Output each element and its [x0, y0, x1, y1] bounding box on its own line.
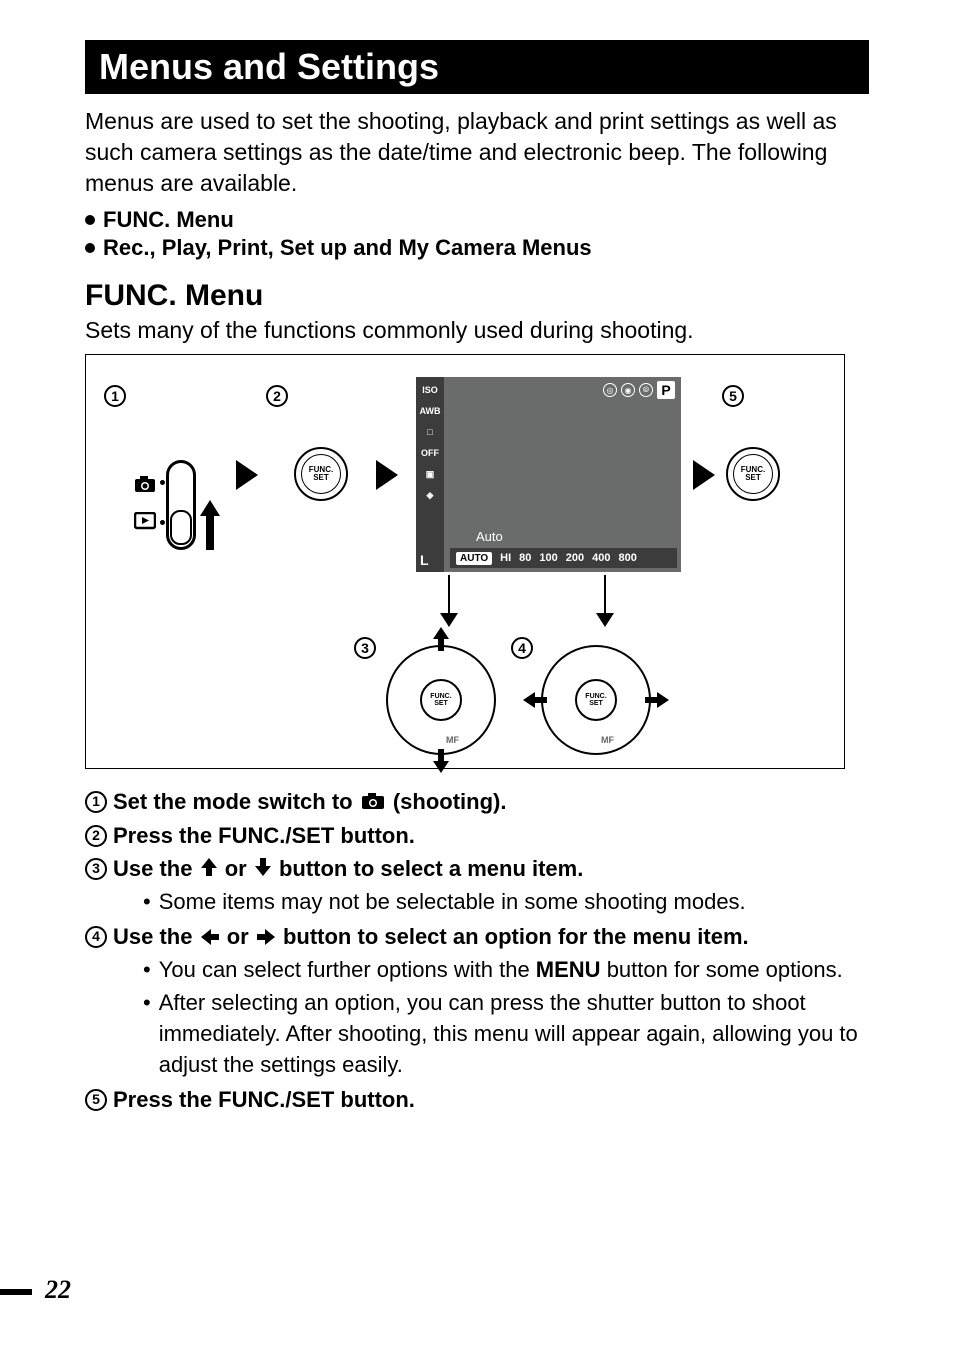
playback-icon — [134, 512, 156, 535]
dpad-vertical: FUNC. SET MF — [386, 645, 496, 755]
callout-1: 1 — [104, 385, 126, 407]
step-text: button to select a menu item. — [279, 856, 583, 881]
top-icon: ◎ — [603, 383, 617, 397]
down-arrow-icon — [255, 854, 271, 885]
mode-switch-illustration — [126, 460, 226, 560]
intro-text: Menus are used to set the shooting, play… — [85, 106, 869, 199]
right-arrow-icon — [257, 923, 275, 954]
page-edge-tab — [0, 1289, 32, 1295]
mf-label: MF — [446, 735, 459, 745]
bullet-other-menus: Rec., Play, Print, Set up and My Camera … — [85, 235, 869, 261]
step-number: 2 — [85, 825, 107, 847]
sub-text: Some items may not be selectable in some… — [159, 887, 746, 918]
step-4: 4 Use the or button to select an option … — [85, 922, 869, 1083]
steps-list: 1 Set the mode switch to (shooting). 2 P… — [85, 787, 869, 1115]
screen-option-label: Auto — [476, 529, 503, 544]
up-arrow-icon — [200, 500, 220, 555]
bar-val: 100 — [539, 552, 557, 564]
mode-p-icon: P — [657, 381, 675, 399]
section-subtext: Sets many of the functions commonly used… — [85, 317, 869, 344]
step-text: Use the — [113, 856, 199, 881]
callout-4: 4 — [511, 637, 533, 659]
side-item: ISO — [422, 381, 438, 399]
step-text: or — [225, 856, 253, 881]
step-text: Use the — [113, 924, 199, 949]
step-number: 3 — [85, 858, 107, 880]
step-text: Press the FUNC./SET button. — [113, 1087, 415, 1112]
bullet-dot-icon — [85, 243, 95, 253]
bar-val: 80 — [519, 552, 531, 564]
sub-text: You can select further options with the … — [159, 955, 843, 986]
step-3-sub: Some items may not be selectable in some… — [143, 887, 869, 918]
camera-icon — [361, 788, 385, 819]
func-label: FUNC. — [430, 693, 451, 700]
step-text: (shooting). — [393, 789, 507, 814]
step-number: 4 — [85, 926, 107, 948]
func-label: FUNC. — [585, 693, 606, 700]
diagram: 1 2 5 3 4 FUNC. SET ISO AWB □ OFF — [85, 354, 845, 769]
up-arrow-icon — [433, 627, 449, 656]
sub-text: After selecting an option, you can press… — [159, 988, 869, 1080]
side-item: □ — [427, 423, 432, 441]
mf-label: MF — [601, 735, 614, 745]
screen-top-icons: ◎ ◉ ⦾ P — [603, 381, 675, 399]
bullet-dot-icon — [85, 215, 95, 225]
step-text: Set the mode switch to — [113, 789, 359, 814]
step-1: 1 Set the mode switch to (shooting). — [85, 787, 869, 819]
screen-sidebar: ISO AWB □ OFF ▣ ◈ — [416, 377, 444, 572]
bar-val: 800 — [618, 552, 636, 564]
page-number: 22 — [45, 1275, 71, 1305]
set-label: SET — [589, 700, 603, 707]
step-5: 5 Press the FUNC./SET button. — [85, 1085, 869, 1116]
callout-3: 3 — [354, 637, 376, 659]
step-text: or — [227, 924, 255, 949]
up-arrow-icon — [201, 854, 217, 885]
camera-icon — [134, 475, 156, 498]
bar-val: 400 — [592, 552, 610, 564]
arrow-right-icon — [376, 460, 398, 490]
step-text: button to select an option for the menu … — [283, 924, 749, 949]
step-3: 3 Use the or button to select a menu ite… — [85, 854, 869, 920]
set-label: SET — [434, 700, 448, 707]
set-label: SET — [745, 474, 761, 482]
func-set-button: FUNC. SET — [294, 447, 348, 501]
side-item: ▣ — [426, 465, 435, 483]
top-icon: ◉ — [621, 383, 635, 397]
step-2: 2 Press the FUNC./SET button. — [85, 821, 869, 852]
step-4-sub: You can select further options with the … — [143, 955, 869, 1080]
section-heading: FUNC. Menu — [85, 279, 869, 313]
arrow-right-icon — [236, 460, 258, 490]
screen-size-indicator: L — [420, 552, 429, 568]
camera-screen: ISO AWB □ OFF ▣ ◈ L ◎ ◉ ⦾ P Auto AUTO HI… — [416, 377, 681, 572]
bullet-label: FUNC. Menu — [103, 207, 234, 233]
down-arrow-icon — [448, 575, 450, 625]
page-title: Menus and Settings — [85, 40, 869, 94]
dpad-horizontal: FUNC. SET MF — [541, 645, 651, 755]
down-arrow-icon — [604, 575, 606, 625]
side-item: AWB — [420, 402, 441, 420]
step-text: Press the FUNC./SET button. — [113, 823, 415, 848]
step-number: 5 — [85, 1089, 107, 1111]
down-arrow-icon — [433, 749, 449, 778]
auto-chip: AUTO — [456, 552, 492, 565]
callout-2: 2 — [266, 385, 288, 407]
screen-option-bar: AUTO HI 80 100 200 400 800 — [450, 548, 677, 568]
bullet-label: Rec., Play, Print, Set up and My Camera … — [103, 235, 592, 261]
left-arrow-icon — [201, 923, 219, 954]
callout-5: 5 — [722, 385, 744, 407]
bullet-func-menu: FUNC. Menu — [85, 207, 869, 233]
top-icon: ⦾ — [639, 383, 653, 397]
side-item: ◈ — [427, 486, 434, 504]
bar-val: HI — [500, 552, 511, 564]
left-arrow-icon — [523, 692, 547, 713]
arrow-right-icon — [693, 460, 715, 490]
step-number: 1 — [85, 791, 107, 813]
right-arrow-icon — [645, 692, 669, 713]
bar-val: 200 — [566, 552, 584, 564]
set-label: SET — [313, 474, 329, 482]
side-item: OFF — [421, 444, 439, 462]
func-set-button: FUNC. SET — [726, 447, 780, 501]
